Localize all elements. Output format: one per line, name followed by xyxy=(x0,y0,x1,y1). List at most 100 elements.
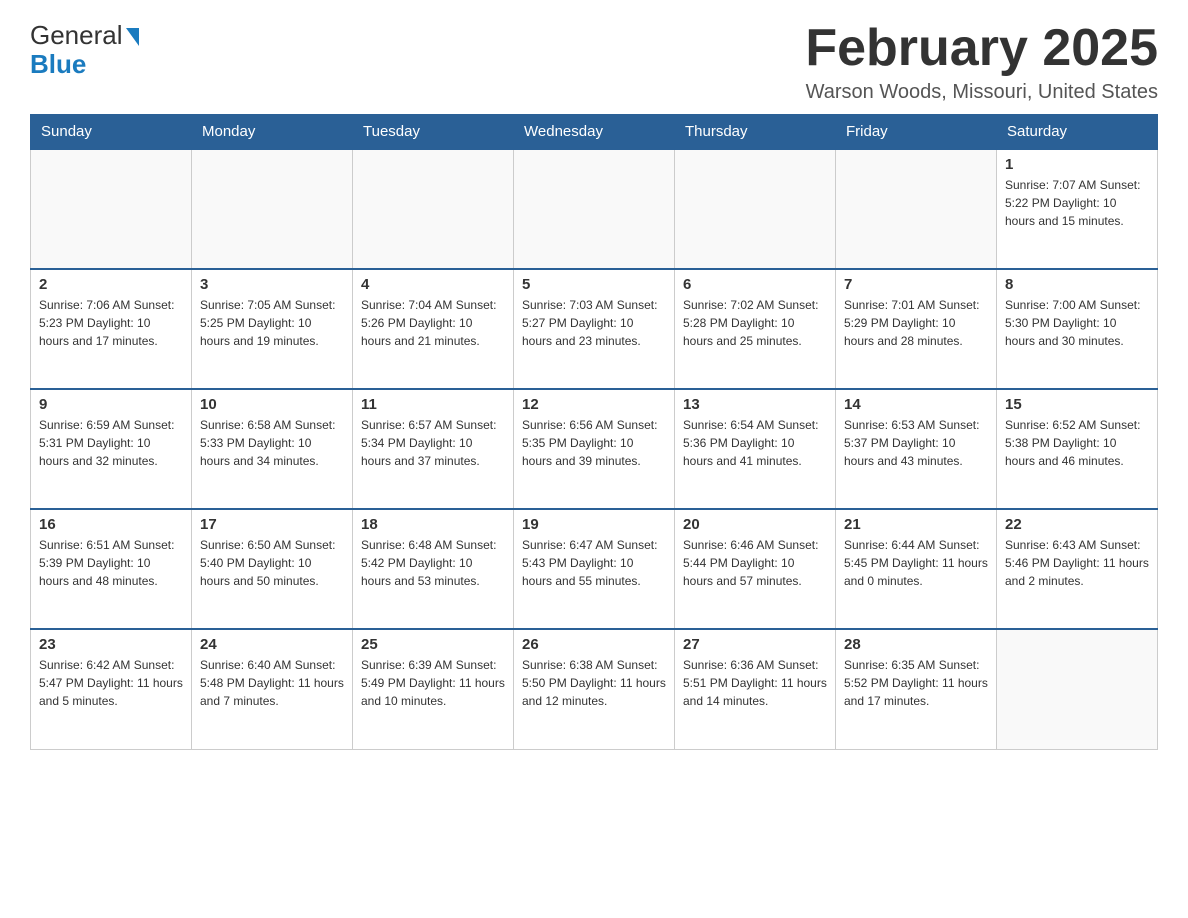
day-info: Sunrise: 6:57 AM Sunset: 5:34 PM Dayligh… xyxy=(361,416,505,470)
calendar-cell: 6 Sunrise: 7:02 AM Sunset: 5:28 PM Daylig… xyxy=(675,269,836,389)
calendar-cell xyxy=(31,149,192,269)
calendar-cell: 8 Sunrise: 7:00 AM Sunset: 5:30 PM Daylig… xyxy=(997,269,1158,389)
calendar-cell: 20 Sunrise: 6:46 AM Sunset: 5:44 PM Dayli… xyxy=(675,509,836,629)
day-number: 4 xyxy=(361,276,505,293)
day-number: 17 xyxy=(200,516,344,533)
day-info: Sunrise: 6:50 AM Sunset: 5:40 PM Dayligh… xyxy=(200,536,344,590)
logo-general-text: General xyxy=(30,20,123,51)
day-number: 20 xyxy=(683,516,827,533)
calendar-cell: 9 Sunrise: 6:59 AM Sunset: 5:31 PM Daylig… xyxy=(31,389,192,509)
day-info: Sunrise: 6:58 AM Sunset: 5:33 PM Dayligh… xyxy=(200,416,344,470)
day-number: 28 xyxy=(844,636,988,653)
page-header: General Blue February 2025 Warson Woods,… xyxy=(30,20,1158,104)
day-info: Sunrise: 6:35 AM Sunset: 5:52 PM Dayligh… xyxy=(844,656,988,710)
calendar-cell: 15Sunrise: 6:52 AM Sunset: 5:38 PM Dayli… xyxy=(997,389,1158,509)
day-info: Sunrise: 7:00 AM Sunset: 5:30 PM Dayligh… xyxy=(1005,296,1149,350)
day-number: 1 xyxy=(1005,156,1149,173)
day-info: Sunrise: 6:56 AM Sunset: 5:35 PM Dayligh… xyxy=(522,416,666,470)
calendar-cell: 13Sunrise: 6:54 AM Sunset: 5:36 PM Dayli… xyxy=(675,389,836,509)
day-number: 2 xyxy=(39,276,183,293)
calendar-week-row: 1 Sunrise: 7:07 AM Sunset: 5:22 PM Daylig… xyxy=(31,149,1158,269)
calendar-week-row: 9 Sunrise: 6:59 AM Sunset: 5:31 PM Daylig… xyxy=(31,389,1158,509)
day-info: Sunrise: 6:48 AM Sunset: 5:42 PM Dayligh… xyxy=(361,536,505,590)
day-number: 13 xyxy=(683,396,827,413)
day-number: 25 xyxy=(361,636,505,653)
calendar-cell: 26Sunrise: 6:38 AM Sunset: 5:50 PM Dayli… xyxy=(514,629,675,749)
day-number: 27 xyxy=(683,636,827,653)
day-number: 11 xyxy=(361,396,505,413)
calendar-cell: 7Sunrise: 7:01 AM Sunset: 5:29 PM Daylig… xyxy=(836,269,997,389)
calendar-week-row: 16 Sunrise: 6:51 AM Sunset: 5:39 PM Dayli… xyxy=(31,509,1158,629)
weekday-header-saturday: Saturday xyxy=(997,115,1158,150)
calendar-cell: 19 Sunrise: 6:47 AM Sunset: 5:43 PM Dayli… xyxy=(514,509,675,629)
day-info: Sunrise: 6:39 AM Sunset: 5:49 PM Dayligh… xyxy=(361,656,505,710)
calendar-cell xyxy=(675,149,836,269)
calendar-week-row: 2 Sunrise: 7:06 AM Sunset: 5:23 PM Daylig… xyxy=(31,269,1158,389)
calendar-cell: 2 Sunrise: 7:06 AM Sunset: 5:23 PM Daylig… xyxy=(31,269,192,389)
month-title: February 2025 xyxy=(805,20,1158,77)
day-info: Sunrise: 7:01 AM Sunset: 5:29 PM Dayligh… xyxy=(844,296,988,350)
day-number: 26 xyxy=(522,636,666,653)
day-number: 5 xyxy=(522,276,666,293)
day-info: Sunrise: 6:44 AM Sunset: 5:45 PM Dayligh… xyxy=(844,536,988,590)
day-info: Sunrise: 7:07 AM Sunset: 5:22 PM Dayligh… xyxy=(1005,176,1149,230)
calendar-cell: 21 Sunrise: 6:44 AM Sunset: 5:45 PM Dayli… xyxy=(836,509,997,629)
calendar-cell: 22 Sunrise: 6:43 AM Sunset: 5:46 PM Dayli… xyxy=(997,509,1158,629)
calendar-cell xyxy=(836,149,997,269)
calendar-cell: 11 Sunrise: 6:57 AM Sunset: 5:34 PM Dayli… xyxy=(353,389,514,509)
weekday-header-row: SundayMondayTuesdayWednesdayThursdayFrid… xyxy=(31,115,1158,150)
title-section: February 2025 Warson Woods, Missouri, Un… xyxy=(805,20,1158,104)
calendar-cell: 24Sunrise: 6:40 AM Sunset: 5:48 PM Dayli… xyxy=(192,629,353,749)
calendar-cell: 17 Sunrise: 6:50 AM Sunset: 5:40 PM Dayli… xyxy=(192,509,353,629)
day-number: 16 xyxy=(39,516,183,533)
weekday-header-tuesday: Tuesday xyxy=(353,115,514,150)
calendar-cell: 3 Sunrise: 7:05 AM Sunset: 5:25 PM Daylig… xyxy=(192,269,353,389)
calendar-cell: 23 Sunrise: 6:42 AM Sunset: 5:47 PM Dayli… xyxy=(31,629,192,749)
weekday-header-monday: Monday xyxy=(192,115,353,150)
day-info: Sunrise: 7:05 AM Sunset: 5:25 PM Dayligh… xyxy=(200,296,344,350)
day-number: 22 xyxy=(1005,516,1149,533)
calendar-cell: 16 Sunrise: 6:51 AM Sunset: 5:39 PM Dayli… xyxy=(31,509,192,629)
day-info: Sunrise: 7:02 AM Sunset: 5:28 PM Dayligh… xyxy=(683,296,827,350)
day-info: Sunrise: 6:46 AM Sunset: 5:44 PM Dayligh… xyxy=(683,536,827,590)
calendar-cell: 10Sunrise: 6:58 AM Sunset: 5:33 PM Dayli… xyxy=(192,389,353,509)
weekday-header-friday: Friday xyxy=(836,115,997,150)
day-number: 19 xyxy=(522,516,666,533)
calendar-cell: 28 Sunrise: 6:35 AM Sunset: 5:52 PM Dayli… xyxy=(836,629,997,749)
day-number: 8 xyxy=(1005,276,1149,293)
day-info: Sunrise: 6:47 AM Sunset: 5:43 PM Dayligh… xyxy=(522,536,666,590)
logo-blue-text: Blue xyxy=(30,49,86,80)
weekday-header-wednesday: Wednesday xyxy=(514,115,675,150)
day-info: Sunrise: 7:03 AM Sunset: 5:27 PM Dayligh… xyxy=(522,296,666,350)
calendar-cell: 12 Sunrise: 6:56 AM Sunset: 5:35 PM Dayli… xyxy=(514,389,675,509)
day-number: 6 xyxy=(683,276,827,293)
day-info: Sunrise: 6:43 AM Sunset: 5:46 PM Dayligh… xyxy=(1005,536,1149,590)
calendar-cell: 27 Sunrise: 6:36 AM Sunset: 5:51 PM Dayli… xyxy=(675,629,836,749)
day-number: 23 xyxy=(39,636,183,653)
calendar-cell: 1 Sunrise: 7:07 AM Sunset: 5:22 PM Daylig… xyxy=(997,149,1158,269)
day-number: 12 xyxy=(522,396,666,413)
calendar-cell xyxy=(514,149,675,269)
day-number: 21 xyxy=(844,516,988,533)
day-number: 14 xyxy=(844,396,988,413)
logo: General Blue xyxy=(30,20,139,80)
calendar-cell xyxy=(997,629,1158,749)
calendar-cell xyxy=(192,149,353,269)
day-number: 3 xyxy=(200,276,344,293)
calendar-cell: 4Sunrise: 7:04 AM Sunset: 5:26 PM Daylig… xyxy=(353,269,514,389)
day-number: 15 xyxy=(1005,396,1149,413)
logo-arrow-icon xyxy=(126,28,139,46)
calendar-table: SundayMondayTuesdayWednesdayThursdayFrid… xyxy=(30,114,1158,750)
day-info: Sunrise: 6:40 AM Sunset: 5:48 PM Dayligh… xyxy=(200,656,344,710)
day-number: 9 xyxy=(39,396,183,413)
weekday-header-thursday: Thursday xyxy=(675,115,836,150)
day-info: Sunrise: 6:42 AM Sunset: 5:47 PM Dayligh… xyxy=(39,656,183,710)
day-info: Sunrise: 6:53 AM Sunset: 5:37 PM Dayligh… xyxy=(844,416,988,470)
day-info: Sunrise: 7:06 AM Sunset: 5:23 PM Dayligh… xyxy=(39,296,183,350)
calendar-cell: 14 Sunrise: 6:53 AM Sunset: 5:37 PM Dayli… xyxy=(836,389,997,509)
day-info: Sunrise: 6:36 AM Sunset: 5:51 PM Dayligh… xyxy=(683,656,827,710)
calendar-week-row: 23 Sunrise: 6:42 AM Sunset: 5:47 PM Dayli… xyxy=(31,629,1158,749)
day-info: Sunrise: 6:51 AM Sunset: 5:39 PM Dayligh… xyxy=(39,536,183,590)
weekday-header-sunday: Sunday xyxy=(31,115,192,150)
day-info: Sunrise: 6:59 AM Sunset: 5:31 PM Dayligh… xyxy=(39,416,183,470)
